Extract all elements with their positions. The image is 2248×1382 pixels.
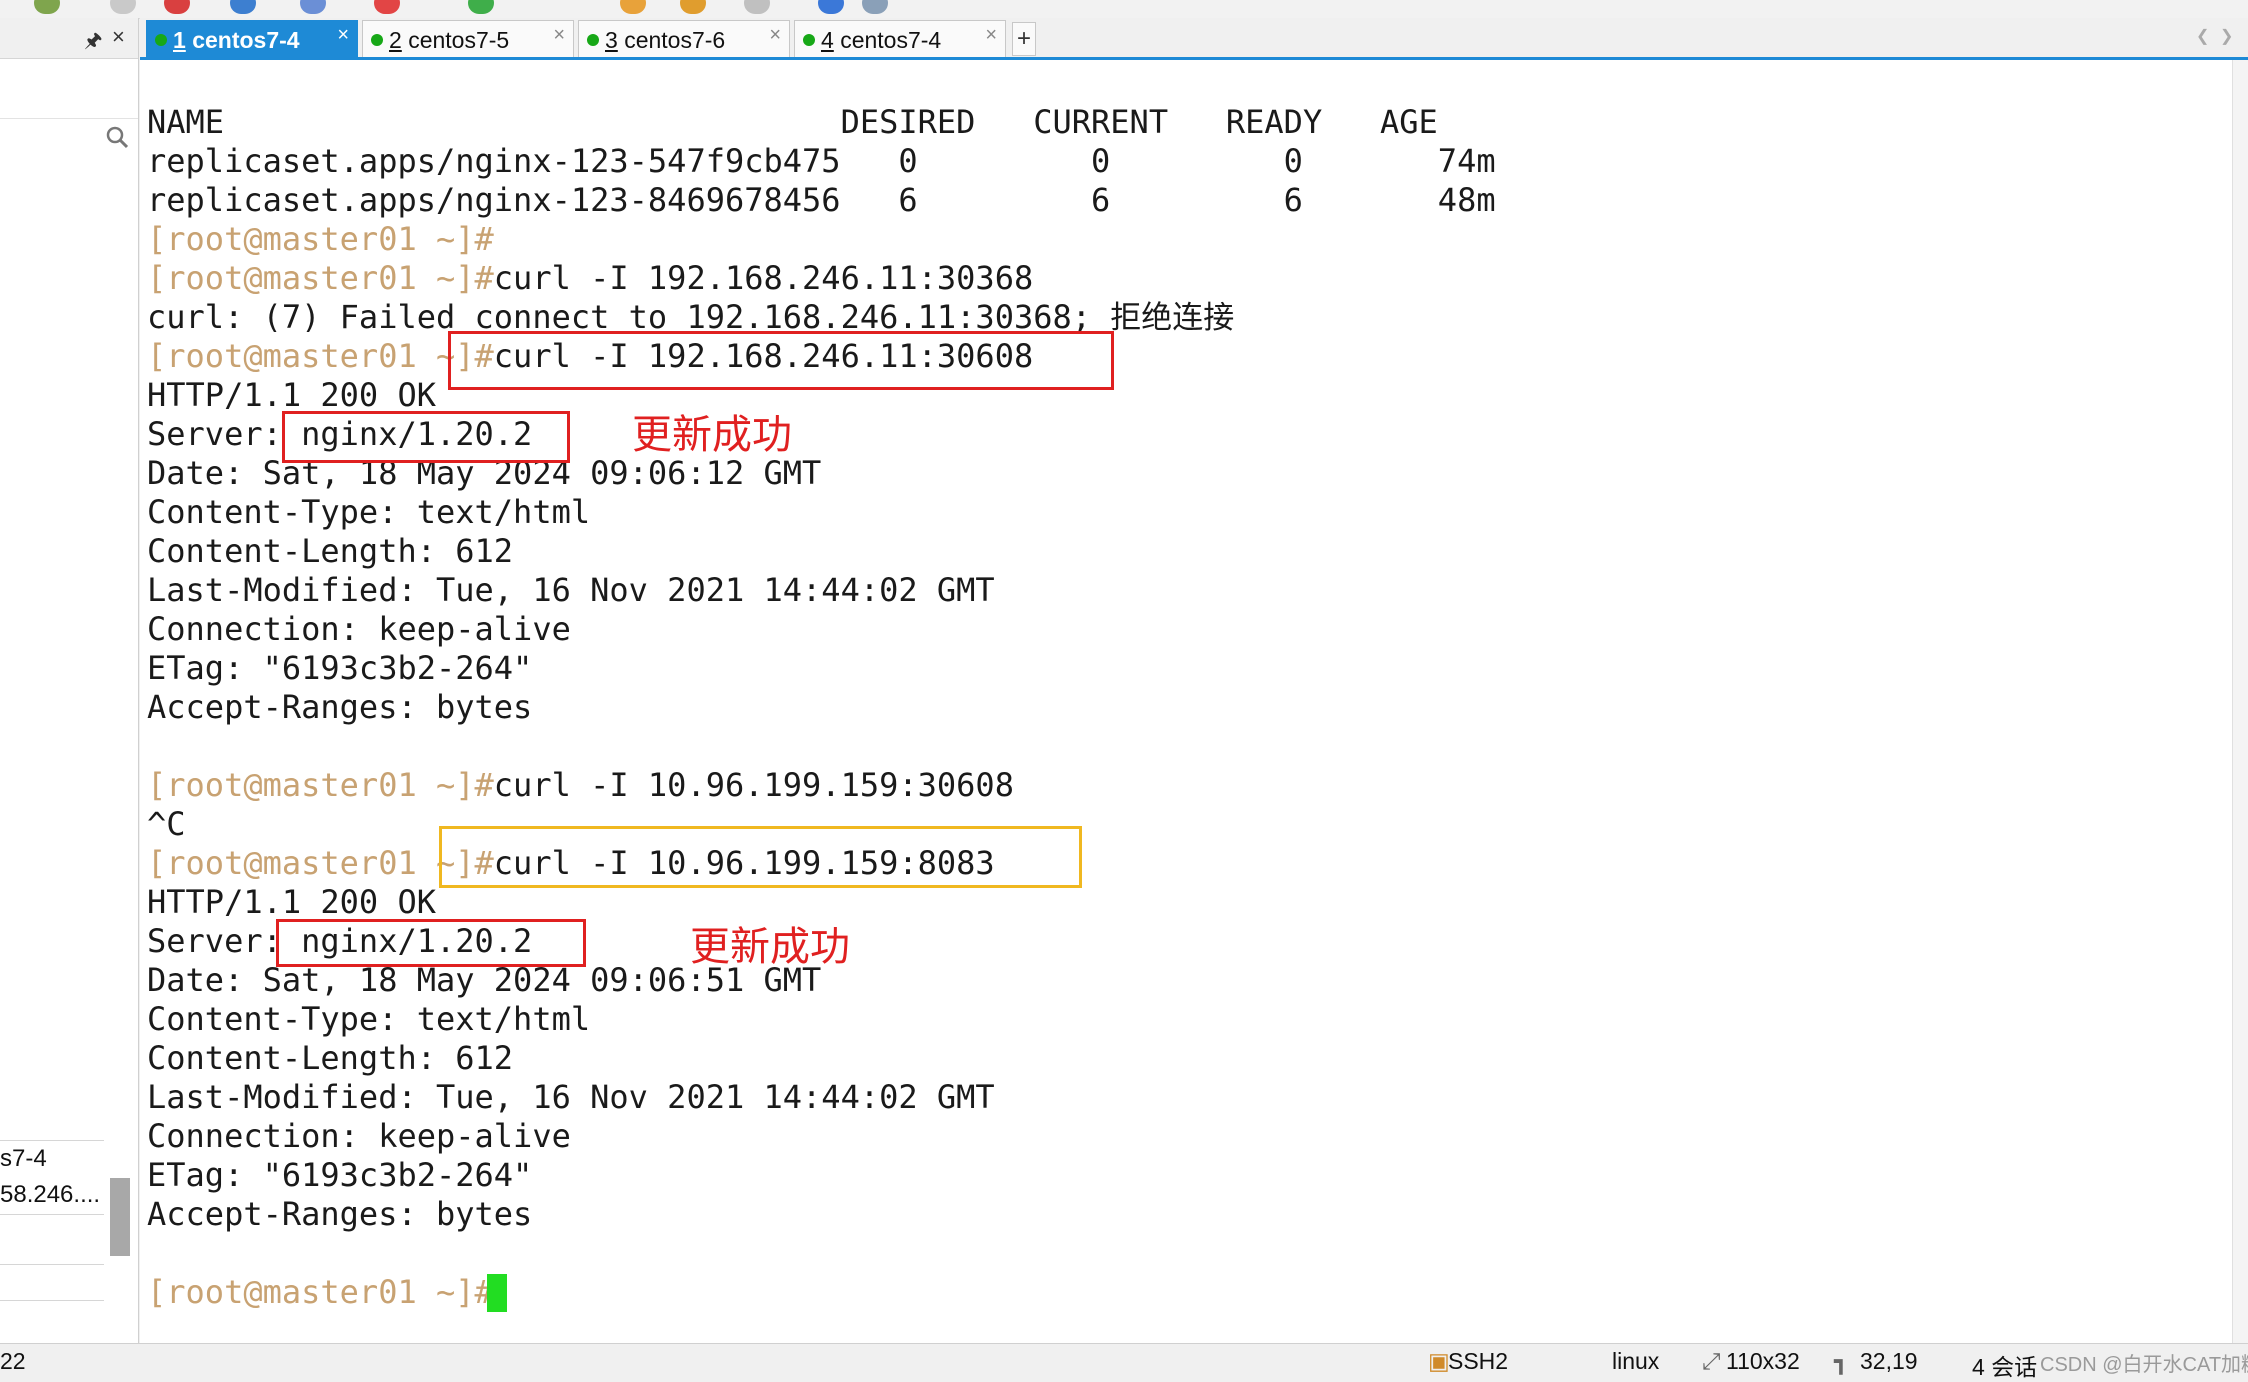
terminal-line: Content-Type: text/html bbox=[147, 493, 591, 531]
command-text: curl -I 192.168.246.11:30368 bbox=[493, 259, 1034, 297]
tab-scroll-left-icon[interactable]: ❮ bbox=[2196, 26, 2209, 46]
highlight-box-command bbox=[448, 331, 1114, 390]
terminal-line: Last-Modified: Tue, 16 Nov 2021 14:44:02… bbox=[147, 571, 995, 609]
toolbar-globe-icon[interactable] bbox=[230, 0, 256, 14]
toolbar-chat-icon[interactable] bbox=[862, 0, 888, 14]
error-text-cjk: 拒绝连接 bbox=[1110, 300, 1235, 336]
terminal-scrollbar[interactable] bbox=[2232, 60, 2248, 1343]
cursor-block bbox=[487, 1274, 507, 1312]
shell-prompt: [root@master01 ~]# bbox=[147, 337, 494, 375]
terminal-line: Connection: keep-alive bbox=[147, 1117, 571, 1155]
pin-icon[interactable]: 🖈 bbox=[84, 26, 103, 60]
status-dot-icon bbox=[587, 34, 599, 46]
status-dot-icon bbox=[155, 34, 167, 46]
session-search[interactable] bbox=[0, 62, 138, 149]
highlight-box-server bbox=[276, 919, 586, 967]
status-position: 32,19 bbox=[1860, 1348, 1918, 1374]
status-dot-icon bbox=[371, 34, 383, 46]
status-size: 110x32 bbox=[1726, 1348, 1800, 1374]
toolbar-gear-icon[interactable] bbox=[34, 0, 60, 14]
tab-label: centos7-4 bbox=[192, 27, 300, 53]
panel-scrollbar[interactable] bbox=[110, 1178, 130, 1256]
search-icon[interactable] bbox=[104, 124, 130, 150]
toolbar-search-icon[interactable] bbox=[110, 0, 136, 14]
session-panel: 🖈 × s7-4 58.246.... bbox=[0, 18, 139, 1343]
shell-prompt: [root@master01 ~]# bbox=[147, 1273, 494, 1311]
terminal-line: Content-Length: 612 bbox=[147, 532, 514, 570]
divider bbox=[0, 1264, 104, 1265]
terminal-line: Accept-Ranges: bytes bbox=[147, 1195, 533, 1233]
tab-number: 3 bbox=[605, 27, 618, 53]
tab-label: centos7-6 bbox=[624, 27, 726, 53]
status-os: linux bbox=[1612, 1348, 1660, 1374]
divider bbox=[0, 1214, 104, 1215]
status-sessions: 4 会话 bbox=[1972, 1354, 2038, 1380]
highlight-box-command-yellow bbox=[439, 826, 1082, 888]
divider bbox=[0, 1140, 104, 1141]
tab-session-4[interactable]: 4 centos7-4 × bbox=[794, 20, 1006, 58]
session-item[interactable]: s7-4 bbox=[0, 1142, 104, 1176]
toolbar-lock-icon[interactable] bbox=[680, 0, 706, 14]
terminal-line: replicaset.apps/nginx-123-8469678456 6 6… bbox=[147, 181, 1496, 219]
position-icon: ┓ bbox=[1834, 1348, 1848, 1374]
toolbar-help-icon[interactable] bbox=[818, 0, 844, 14]
close-icon[interactable]: × bbox=[112, 24, 125, 50]
terminal-line: replicaset.apps/nginx-123-547f9cb475 0 0… bbox=[147, 142, 1496, 180]
annotation-note: 更新成功 bbox=[690, 924, 850, 970]
status-bar: 22 ▣ SSH2 linux ⤢ 110x32 ┓ 32,19 4 会话 bbox=[0, 1343, 2248, 1381]
status-dot-icon bbox=[803, 34, 815, 46]
terminal-line: HTTP/1.1 200 OK bbox=[147, 883, 436, 921]
terminal-line: [root@master01 ~]# bbox=[147, 1273, 494, 1312]
terminal-line: NAME DESIRED CURRENT READY AGE bbox=[147, 103, 1438, 141]
shell-prompt: [root@master01 ~]# bbox=[147, 220, 494, 258]
terminal-line: ^C bbox=[147, 805, 186, 843]
status-left: 22 bbox=[0, 1348, 26, 1374]
status-protocol: SSH2 bbox=[1448, 1348, 1509, 1374]
command-text: curl -I 10.96.199.159:30608 bbox=[493, 766, 1014, 804]
divider bbox=[0, 1300, 104, 1301]
toolbar-record-icon[interactable] bbox=[374, 0, 400, 14]
tab-scroll-right-icon[interactable]: ❯ bbox=[2220, 26, 2233, 46]
toolbar-font-icon[interactable] bbox=[300, 0, 326, 14]
tab-session-2[interactable]: 2 centos7-5 × bbox=[362, 20, 574, 58]
session-panel-header: 🖈 × bbox=[0, 18, 138, 59]
add-tab-button[interactable]: + bbox=[1012, 22, 1036, 56]
toolbar-stop-icon[interactable] bbox=[164, 0, 190, 14]
tab-close-icon[interactable]: × bbox=[769, 24, 781, 47]
tab-session-3[interactable]: 3 centos7-6 × bbox=[578, 20, 790, 58]
resize-icon: ⤢ bbox=[1702, 1348, 1721, 1374]
watermark: CSDN @白开水CAT加糖U bbox=[2040, 1354, 2248, 1376]
tab-close-icon[interactable]: × bbox=[337, 24, 349, 47]
terminal-line: Accept-Ranges: bytes bbox=[147, 688, 533, 726]
shell-prompt: [root@master01 ~]# bbox=[147, 259, 494, 297]
tab-close-icon[interactable]: × bbox=[985, 24, 997, 47]
tab-number: 2 bbox=[389, 27, 402, 53]
session-item-host[interactable]: 58.246.... bbox=[0, 1178, 104, 1212]
tab-close-icon[interactable]: × bbox=[553, 24, 565, 47]
terminal-line: [root@master01 ~]# bbox=[147, 220, 494, 259]
toolbar-download-icon[interactable] bbox=[620, 0, 646, 14]
terminal-line: Connection: keep-alive bbox=[147, 610, 571, 648]
tab-label: centos7-5 bbox=[408, 27, 510, 53]
terminal-line: Content-Length: 612 bbox=[147, 1039, 514, 1077]
tab-number: 4 bbox=[821, 27, 834, 53]
tab-session-1[interactable]: 1 centos7-4 × bbox=[146, 20, 358, 58]
toolbar-transfer-icon[interactable] bbox=[468, 0, 494, 14]
highlight-box-server bbox=[282, 411, 570, 463]
annotation-note: 更新成功 bbox=[632, 412, 792, 458]
lock-icon: ▣ bbox=[1428, 1348, 1450, 1374]
toolbar-window-icon[interactable] bbox=[744, 0, 770, 14]
terminal-line: ETag: "6193c3b2-264" bbox=[147, 649, 533, 687]
tab-number: 1 bbox=[173, 27, 186, 53]
shell-prompt: [root@master01 ~]# bbox=[147, 766, 494, 804]
terminal-line: ETag: "6193c3b2-264" bbox=[147, 1156, 533, 1194]
tab-label: centos7-4 bbox=[840, 27, 942, 53]
terminal-line: [root@master01 ~]#curl -I 192.168.246.11… bbox=[147, 259, 1033, 298]
terminal-line: [root@master01 ~]#curl -I 10.96.199.159:… bbox=[147, 766, 1014, 805]
terminal-line: Last-Modified: Tue, 16 Nov 2021 14:44:02… bbox=[147, 1078, 995, 1116]
toolbar bbox=[0, 0, 2248, 19]
terminal-line: HTTP/1.1 200 OK bbox=[147, 376, 436, 414]
tab-bar: 1 centos7-4 × 2 centos7-5 × 3 centos7-6 … bbox=[140, 18, 2248, 60]
terminal-line: Content-Type: text/html bbox=[147, 1000, 591, 1038]
